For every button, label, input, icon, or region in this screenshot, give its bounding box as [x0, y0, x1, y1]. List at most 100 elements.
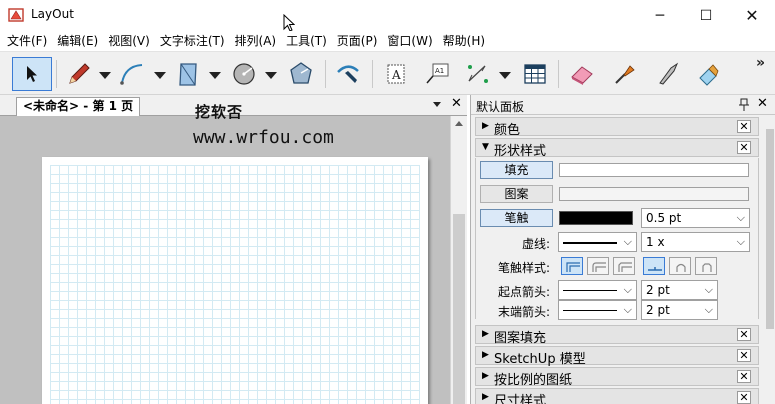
section-colors[interactable]: ▶ 颜色 ✕ [475, 117, 759, 138]
toolbar-separator [325, 60, 326, 88]
end-arrow-select[interactable]: ⌵ [558, 300, 637, 320]
expand-arrow-icon: ▶ [482, 350, 489, 360]
expand-arrow-icon: ▶ [482, 329, 489, 339]
section-close-icon[interactable]: ✕ [737, 349, 751, 362]
stroke-toggle-button[interactable]: 笔触 [480, 209, 553, 227]
menu-arrange[interactable]: 排列(A) [230, 31, 282, 51]
menu-view[interactable]: 视图(V) [103, 31, 155, 51]
sample-style-icon [337, 65, 359, 83]
maximize-button[interactable]: ☐ [683, 0, 729, 31]
split-tool-button[interactable] [653, 57, 683, 91]
section-dimension-style[interactable]: ▶ 尺寸样式 ✕ [475, 388, 759, 404]
join-tool-button[interactable] [694, 57, 724, 91]
chevron-down-icon: ⌵ [704, 283, 713, 296]
toolbar-separator [558, 60, 559, 88]
scrollbar-thumb[interactable] [453, 214, 465, 404]
label-icon: A1 [426, 63, 449, 84]
text-icon: A [387, 64, 405, 84]
shape-style-panel: 填充 图案 笔触 0.5 pt ⌵ 虚线: ⌵ 1 x ⌵ 笔触样式: 起点箭头… [475, 158, 759, 320]
dimension-tool-dropdown[interactable] [499, 72, 511, 79]
section-close-icon[interactable]: ✕ [737, 391, 751, 404]
dash-scale-select[interactable]: 1 x ⌵ [641, 232, 750, 252]
arc-tool-dropdown[interactable] [154, 72, 166, 79]
start-arrow-select[interactable]: ⌵ [558, 280, 637, 300]
toolbar-overflow-button[interactable]: » [756, 56, 765, 70]
stroke-color-swatch[interactable] [559, 211, 633, 225]
minimize-button[interactable]: ─ [637, 0, 683, 31]
fill-color-swatch[interactable] [559, 163, 749, 177]
select-tool-button[interactable] [12, 57, 52, 91]
style-dropper-tool-button[interactable] [610, 57, 640, 91]
circle-tool-dropdown[interactable] [265, 72, 277, 79]
menu-file[interactable]: 文件(F) [2, 31, 52, 51]
section-label: 尺寸样式 [494, 394, 547, 404]
dimension-tool-button[interactable] [463, 57, 493, 91]
toolbar-separator [372, 60, 373, 88]
select-arrow-icon [27, 66, 37, 82]
polygon-tool-button[interactable] [286, 57, 316, 91]
text-tool-button[interactable]: A [381, 57, 411, 91]
label-tool-button[interactable]: A1 [422, 57, 452, 91]
section-close-icon[interactable]: ✕ [737, 141, 751, 154]
document-tab[interactable]: <未命名> - 第 1 页 [16, 97, 141, 116]
rectangle-tool-dropdown[interactable] [209, 72, 221, 79]
arc-tool-button[interactable] [117, 57, 147, 91]
cap-butt-button[interactable] [561, 257, 583, 275]
menu-edit[interactable]: 编辑(E) [52, 31, 103, 51]
line-tool-button[interactable] [64, 57, 94, 91]
sample-style-tool-button[interactable] [333, 57, 363, 91]
stroke-width-select[interactable]: 0.5 pt ⌵ [641, 208, 750, 228]
document-close-icon[interactable]: ✕ [451, 96, 462, 111]
line-tool-dropdown[interactable] [99, 72, 111, 79]
chevron-down-icon: ⌵ [736, 235, 745, 248]
menu-tools[interactable]: 工具(T) [281, 31, 332, 51]
table-tool-button[interactable] [520, 57, 550, 91]
join-bevel-button[interactable] [695, 257, 717, 275]
menu-text[interactable]: 文字标注(T) [155, 31, 230, 51]
cap-round-button[interactable] [587, 257, 609, 275]
pattern-swatch[interactable] [559, 187, 749, 201]
join-round-button[interactable] [669, 257, 691, 275]
tab-list-dropdown[interactable] [433, 102, 441, 107]
cap-square-icon [618, 262, 632, 272]
vertical-scrollbar[interactable] [450, 116, 467, 404]
scroll-up-icon[interactable] [455, 121, 463, 126]
section-sketchup-model[interactable]: ▶ SketchUp 模型 ✕ [475, 346, 759, 367]
page-paper[interactable] [42, 157, 428, 404]
section-pattern-fill[interactable]: ▶ 图案填充 ✕ [475, 325, 759, 346]
tray-scrollbar[interactable] [764, 115, 775, 404]
pencil-icon [69, 63, 90, 84]
tray-scrollbar-thumb[interactable] [766, 129, 774, 329]
tray-close-icon[interactable]: ✕ [757, 96, 768, 111]
pin-icon[interactable] [739, 98, 749, 112]
dash-pattern-select[interactable]: ⌵ [558, 232, 637, 252]
expand-arrow-icon: ▶ [482, 371, 489, 381]
dash-line-preview [563, 242, 617, 244]
menu-pages[interactable]: 页面(P) [332, 31, 383, 51]
section-label: 形状样式 [494, 144, 547, 159]
join-miter-button[interactable] [643, 257, 665, 275]
svg-text:A: A [391, 68, 401, 82]
polygon-icon [290, 62, 312, 84]
start-arrow-preview [563, 290, 617, 291]
dimension-icon [468, 65, 488, 83]
circle-tool-button[interactable] [229, 57, 259, 91]
section-close-icon[interactable]: ✕ [737, 120, 751, 133]
section-close-icon[interactable]: ✕ [737, 370, 751, 383]
cap-square-button[interactable] [613, 257, 635, 275]
rectangle-tool-button[interactable] [173, 57, 203, 91]
section-scaled-drawing[interactable]: ▶ 按比例的图纸 ✕ [475, 367, 759, 388]
fill-toggle-button[interactable]: 填充 [480, 161, 553, 179]
menu-window[interactable]: 窗口(W) [382, 31, 437, 51]
close-window-button[interactable]: ✕ [729, 0, 775, 31]
end-arrow-label: 末端箭头: [498, 305, 551, 319]
section-close-icon[interactable]: ✕ [737, 328, 751, 341]
eraser-tool-button[interactable] [567, 57, 597, 91]
end-arrow-size-select[interactable]: 2 pt ⌵ [641, 300, 718, 320]
start-arrow-size-select[interactable]: 2 pt ⌵ [641, 280, 718, 300]
menu-help[interactable]: 帮助(H) [438, 31, 490, 51]
window-title: LayOut [31, 7, 74, 21]
pattern-toggle-button[interactable]: 图案 [480, 185, 553, 203]
title-bar: LayOut ─ ☐ ✕ [0, 0, 775, 32]
section-shape-style[interactable]: ▼ 形状样式 ✕ [475, 138, 759, 159]
